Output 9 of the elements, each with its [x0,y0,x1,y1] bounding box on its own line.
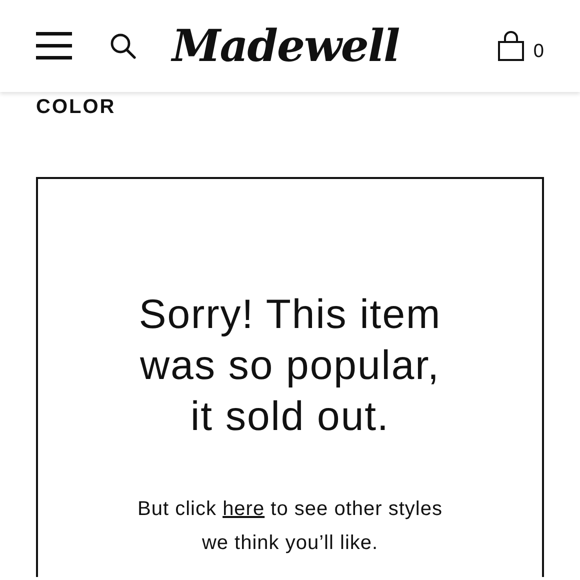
section-label: COLOR [36,96,117,119]
sold-out-message: But click here to see other styles we think you’ll like. [136,497,444,556]
shopping-bag-icon[interactable] [497,31,526,61]
search-icon[interactable] [110,33,136,59]
sold-out-heading: Sorry! This item was so popular, it sold out. [138,290,442,441]
here-link[interactable]: here [222,498,265,520]
cart-count: 0 [533,42,544,61]
menu-icon[interactable] [36,32,72,60]
logo[interactable]: Madewell [172,20,400,72]
